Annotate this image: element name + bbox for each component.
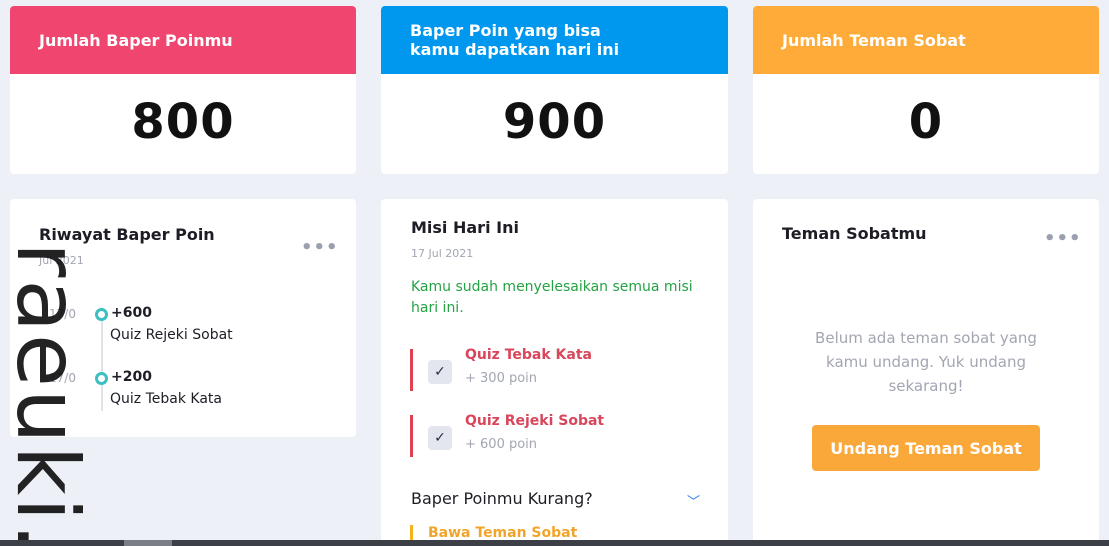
mission-name: Quiz Tebak Kata [465, 347, 592, 363]
points-less-toggle[interactable]: Baper Poinmu Kurang? [411, 489, 593, 508]
chevron-down-icon[interactable]: ﹀ [687, 491, 700, 510]
timeline-name: Quiz Tebak Kata [110, 391, 222, 407]
missions-done-message: Kamu sudah menyelesaikan semua misi hari… [411, 279, 693, 316]
stat-card-header: Jumlah Baper Poinmu [10, 6, 356, 74]
stat-label-line2: kamu dapatkan hari ini [410, 40, 620, 59]
scrollbar-thumb[interactable] [124, 540, 172, 546]
mission-points: + 300 poin [465, 371, 538, 386]
missions-title: Misi Hari Ini [411, 218, 519, 237]
more-dots-icon[interactable]: ••• [1044, 230, 1082, 248]
mission-name: Quiz Rejeki Sobat [465, 413, 605, 429]
stat-label: Jumlah Teman Sobat [782, 30, 966, 50]
missions-date: 17 Jul 2021 [411, 247, 474, 260]
check-icon: ✓ [428, 360, 452, 384]
stat-card-header: Baper Poin yang bisa kamu dapatkan hari … [381, 6, 728, 74]
watermark: raeuki. [0, 242, 97, 546]
stat-card-friends: Jumlah Teman Sobat 0 [753, 6, 1099, 174]
invite-friend-button[interactable]: Undang Teman Sobat [812, 425, 1040, 471]
stat-label-line1: Baper Poin yang bisa [410, 21, 601, 40]
check-icon: ✓ [428, 426, 452, 450]
stat-value: 0 [908, 94, 944, 150]
stat-card-header: Jumlah Teman Sobat [753, 6, 1099, 74]
stat-card-today-points: Baper Poin yang bisa kamu dapatkan hari … [381, 6, 728, 174]
friends-title: Teman Sobatmu [782, 224, 927, 243]
stat-value: 800 [131, 94, 235, 150]
mission-item[interactable]: ✓ Quiz Rejeki Sobat + 600 poin [410, 413, 700, 457]
stat-value: 900 [502, 94, 607, 150]
timeline-points: +200 [111, 369, 152, 385]
missions-card: Misi Hari Ini 17 Jul 2021 Kamu sudah men… [381, 199, 728, 546]
timeline-points: +600 [111, 305, 152, 321]
friends-card: Teman Sobatmu ••• Belum ada teman sobat … [753, 199, 1099, 546]
friends-empty-message: Belum ada teman sobat yang kamu undang. … [815, 329, 1037, 395]
timeline-line [101, 317, 103, 411]
mission-item[interactable]: ✓ Quiz Tebak Kata + 300 poin [410, 347, 700, 391]
horizontal-scrollbar[interactable] [0, 540, 1109, 546]
mission-points: + 600 poin [465, 437, 538, 452]
more-dots-icon[interactable]: ••• [301, 239, 339, 257]
stat-label: Jumlah Baper Poinmu [39, 30, 233, 50]
timeline-name: Quiz Rejeki Sobat [110, 327, 233, 343]
stat-card-points: Jumlah Baper Poinmu 800 [10, 6, 356, 174]
